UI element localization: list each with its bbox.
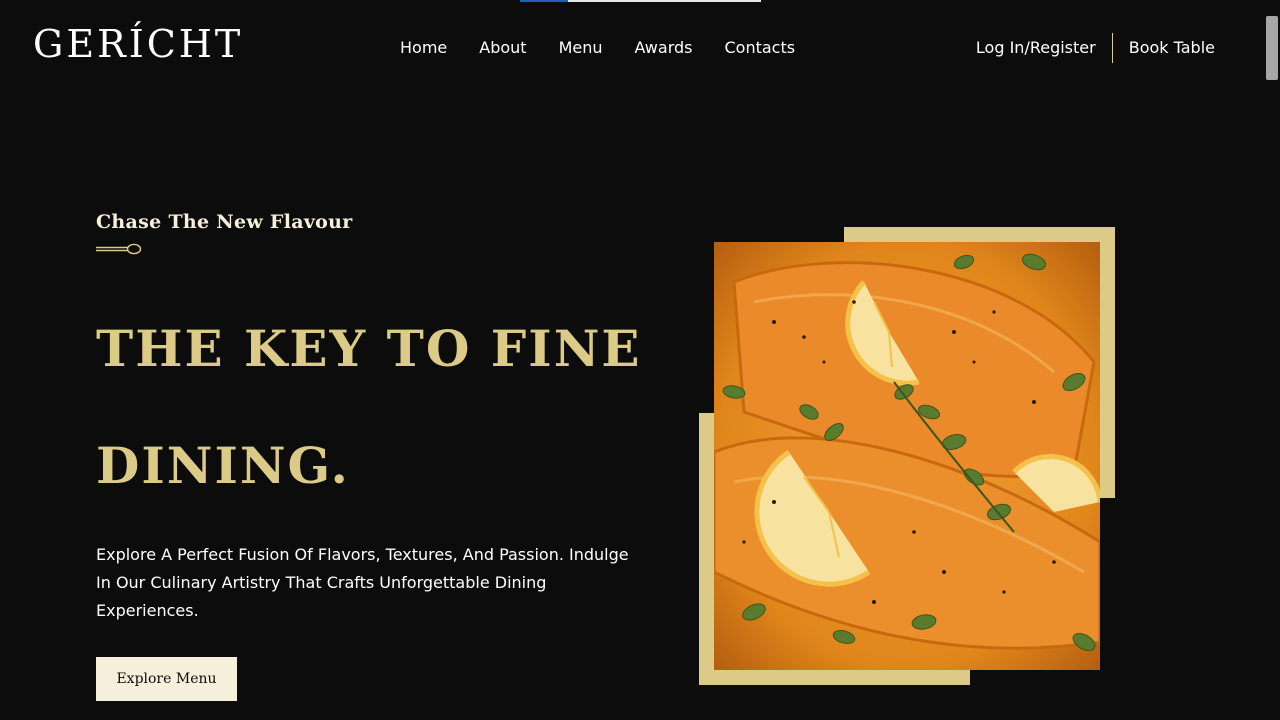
brand-logo[interactable]: GERÍCHT [33,22,243,66]
nav-link-contacts[interactable]: Contacts [708,36,811,60]
nav-link-awards[interactable]: Awards [619,36,709,60]
login-register-link[interactable]: Log In/Register [960,34,1112,62]
explore-menu-button[interactable]: Explore Menu [96,657,237,701]
top-progress-strip [520,0,761,2]
spoon-icon [96,243,142,255]
nav-link-menu[interactable]: Menu [543,36,619,60]
salmon-dish-image [714,242,1100,670]
scrollbar-thumb[interactable] [1266,16,1278,80]
salmon-dish-illustration [714,242,1100,670]
headline-line-2: DINING. [96,436,350,495]
hero-description: Explore A Perfect Fusion Of Flavors, Tex… [96,545,629,620]
nav-link-about[interactable]: About [463,36,542,60]
progress-fill [520,0,568,2]
page-scrollbar[interactable] [1260,0,1280,720]
nav-link-home[interactable]: Home [384,36,463,60]
hero-subtitle: Chase The New Flavour [96,211,353,233]
book-table-link[interactable]: Book Table [1113,34,1231,62]
nav-actions: Log In/Register Book Table [960,33,1231,63]
hero-headline: THE KEY TO FINE DINING. [96,290,656,524]
headline-line-1: THE KEY TO FINE [96,319,642,378]
nav-links: Home About Menu Awards Contacts [384,36,811,60]
